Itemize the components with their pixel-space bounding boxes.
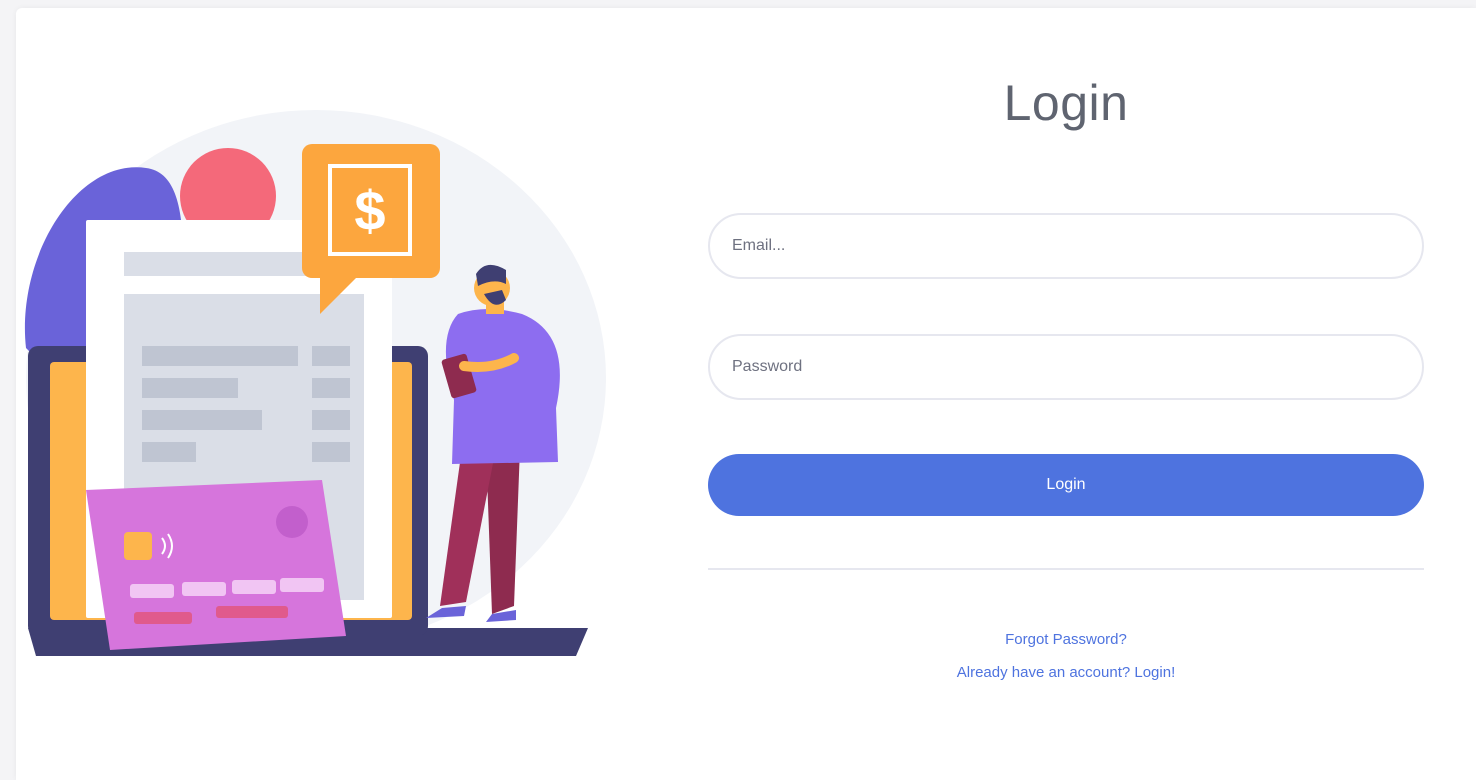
document-cell [312, 346, 350, 366]
document-cell [312, 410, 350, 430]
document-line [124, 252, 306, 276]
card-number-block [232, 580, 276, 594]
dollar-glyph: $ [354, 179, 385, 242]
login-title: Login [1003, 75, 1129, 131]
password-field[interactable] [708, 334, 1424, 400]
email-field[interactable] [708, 213, 1424, 279]
card-name-block [216, 606, 288, 618]
divider [708, 568, 1424, 570]
document-row [142, 378, 238, 398]
login-button[interactable]: Login [708, 454, 1424, 516]
document-cell [312, 442, 350, 462]
payment-illustration: $ [16, 108, 616, 708]
document-row [142, 410, 262, 430]
login-panel: Login Login Forgot Password? Already hav… [708, 8, 1424, 780]
card-number-block [182, 582, 226, 596]
credit-card [86, 480, 346, 650]
document-row [142, 346, 298, 366]
man-shoe [486, 610, 516, 622]
payment-illustration-svg: $ [24, 110, 606, 656]
account-login-link[interactable]: Already have an account? Login! [708, 664, 1424, 681]
document-cell [312, 378, 350, 398]
card-logo-circle [276, 506, 308, 538]
forgot-password-link[interactable]: Forgot Password? [708, 631, 1424, 648]
card-number-block [280, 578, 324, 592]
document-row [142, 442, 196, 462]
login-card: $ Login Email... Login Forgot Password? … [16, 8, 1476, 780]
card-number-block [130, 584, 174, 598]
card-name-block [134, 612, 192, 624]
credit-card-body [86, 480, 346, 650]
card-chip [124, 532, 152, 560]
